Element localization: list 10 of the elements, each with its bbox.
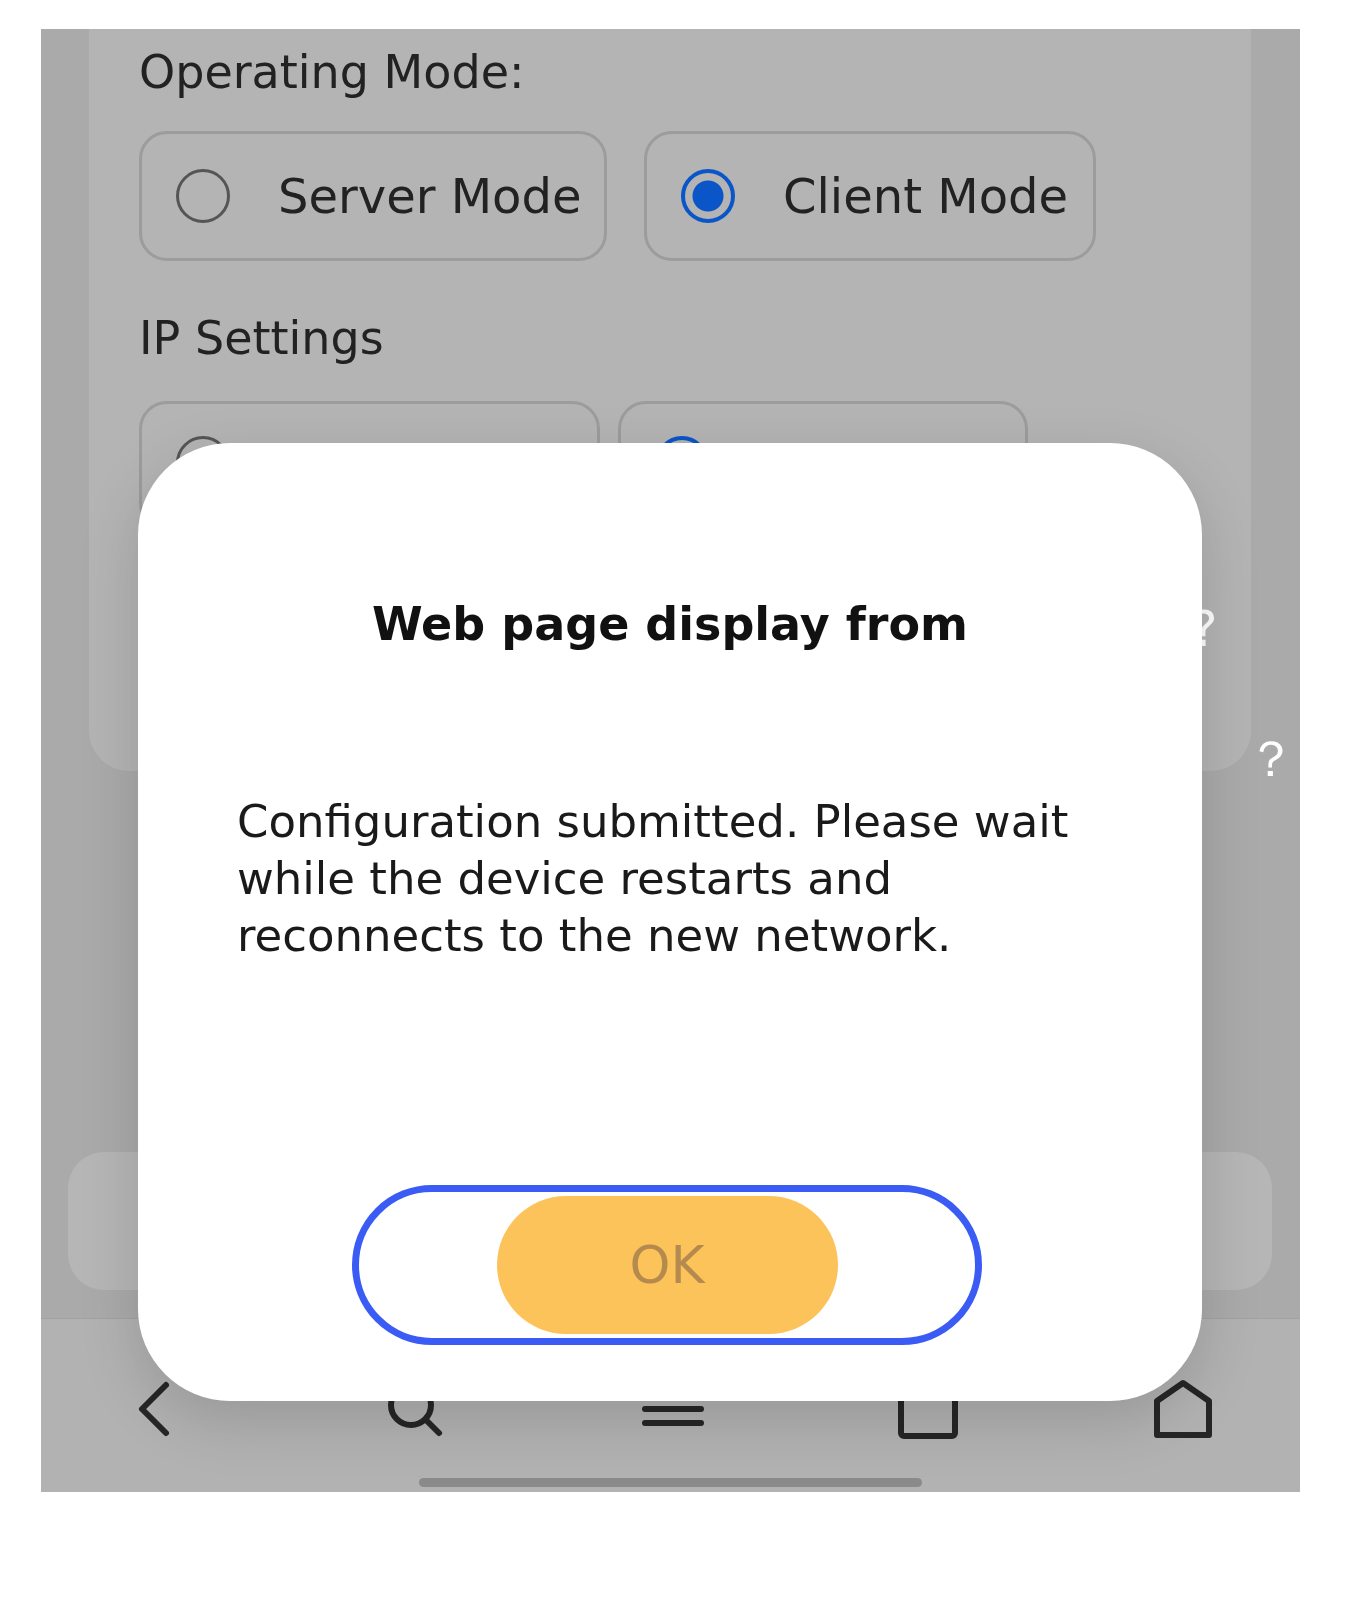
home-icon[interactable] (1151, 1377, 1215, 1441)
section-label: Operating Mode: (139, 44, 526, 101)
radio-button[interactable] (681, 169, 735, 223)
radio-button[interactable] (176, 169, 230, 223)
section-label: IP Settings (139, 310, 385, 367)
dialog-title: Web page display from (371, 596, 969, 653)
radio-option[interactable]: Server Mode (139, 131, 607, 261)
radio-option[interactable]: Client Mode (644, 131, 1096, 261)
dialog-message: Configuration submitted. Please wait while the device restarts and reconnects to the new network. (237, 794, 1070, 964)
page-text: ？ (1246, 729, 1296, 789)
